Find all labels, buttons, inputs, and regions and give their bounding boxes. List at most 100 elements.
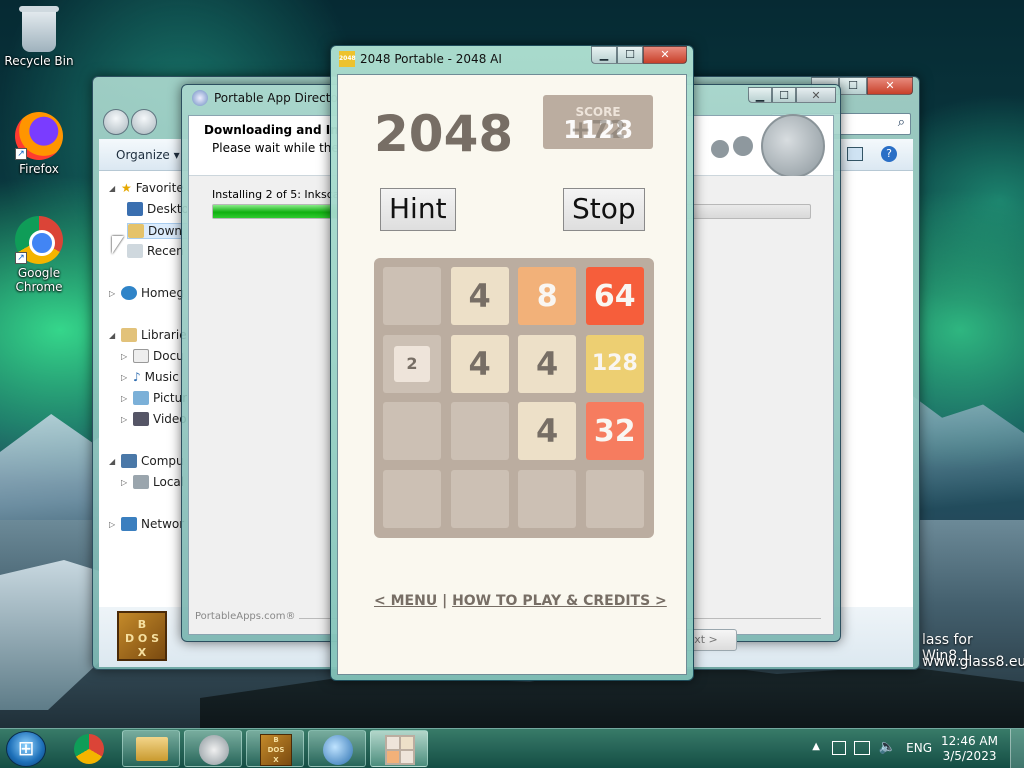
tile-4: 4 (518, 334, 577, 393)
preview-pane-icon[interactable] (847, 147, 863, 161)
cloud-icon (733, 136, 753, 156)
nav-documents[interactable]: ▷ Docu (121, 349, 184, 363)
volume-muted-icon[interactable]: 🔈 (879, 739, 896, 755)
back-button[interactable] (103, 109, 129, 135)
organize-button[interactable]: Organize ▾ (116, 148, 180, 162)
nav-local-disk[interactable]: ▷ Local (121, 475, 184, 489)
nav-videos[interactable]: ▷ Video (121, 412, 187, 426)
desktop-icon-label: Firefox (19, 162, 59, 176)
board-cell (383, 402, 441, 461)
install-status: Installing 2 of 5: Inkscap (212, 188, 347, 201)
music-icon: ♪ (133, 370, 141, 384)
dosbox-icon: B DOS X (260, 734, 292, 766)
game-board[interactable]: 4 8 64 2 4 4 128 4 32 (374, 258, 654, 538)
computer-icon (121, 454, 137, 468)
desktop-icon-chrome[interactable]: ↗ Google Chrome (0, 216, 78, 294)
clock-date: 3/5/2023 (942, 749, 997, 763)
maximize-button[interactable]: ☐ (839, 77, 867, 95)
minimize-button[interactable]: ▁ (748, 87, 772, 103)
settings-icon (711, 140, 729, 158)
board-cell (450, 402, 509, 461)
hint-button[interactable]: Hint (380, 188, 456, 231)
taskbar-portableapps[interactable] (184, 730, 242, 767)
nav-computer[interactable]: ◢ Compu (109, 454, 184, 468)
pictures-icon (133, 391, 149, 405)
network-icon (121, 517, 137, 531)
homegroup-icon (121, 286, 137, 300)
star-icon: ★ (121, 181, 132, 195)
clock[interactable]: 12:46 AM 3/5/2023 (941, 734, 998, 764)
tile-64: 64 (585, 267, 644, 325)
desktop-icon-firefox[interactable]: ↗ Firefox (0, 112, 78, 176)
desktop-icon-recycle-bin[interactable]: Recycle Bin (0, 6, 78, 68)
game-client: 2048 SCORE 1128 +72 Hint Stop 4 8 64 2 4 4 128… (337, 74, 687, 675)
videos-icon (133, 412, 149, 426)
board-cell (518, 469, 577, 528)
taskbar-chrome[interactable] (60, 730, 118, 767)
start-button[interactable] (6, 731, 46, 767)
nav-favorites[interactable]: ◢ ★ Favorite (109, 181, 184, 195)
footer-links: < MENU | HOW TO PLAY & CREDITS > (374, 593, 667, 609)
taskbar-portable-directory[interactable] (308, 730, 366, 767)
game-2048-window[interactable]: 2048 2048 Portable - 2048 AI ▁ ☐ ✕ 2048 … (330, 45, 694, 681)
recycle-bin-icon (19, 6, 59, 52)
clock-time: 12:46 AM (941, 734, 998, 748)
window-title: 2048 Portable - 2048 AI (360, 52, 502, 66)
app-2048-icon (385, 735, 415, 765)
tile-4: 4 (518, 402, 577, 461)
nav-pictures[interactable]: ▷ Pictur (121, 391, 187, 405)
portableapps-icon (192, 90, 208, 106)
shortcut-arrow-icon: ↗ (15, 148, 27, 160)
downloads-folder-icon (128, 224, 144, 238)
nav-network[interactable]: ▷ Networ (109, 517, 184, 531)
board-cell (585, 469, 644, 528)
mouse-cursor (112, 236, 124, 254)
folder-icon (136, 737, 168, 761)
close-button[interactable]: ✕ (643, 46, 687, 64)
recent-places-icon (127, 244, 143, 258)
nav-buttons (103, 109, 157, 135)
chrome-icon: ↗ (15, 216, 63, 264)
how-to-play-link[interactable]: HOW TO PLAY & CREDITS > (452, 593, 667, 609)
nav-recent[interactable]: Recen (127, 244, 184, 258)
tile-2: 2 (394, 345, 430, 382)
libraries-icon (121, 328, 137, 342)
shortcut-arrow-icon: ↗ (15, 252, 27, 264)
nav-desktop[interactable]: Deskto (127, 202, 189, 216)
language-indicator[interactable]: ENG (906, 741, 932, 755)
tile-32: 32 (585, 402, 644, 461)
nav-music[interactable]: ▷ ♪ Music (121, 370, 179, 384)
game-title: 2048 (374, 105, 514, 163)
score-increment: +72 (570, 115, 626, 144)
close-button[interactable]: ✕ (867, 77, 913, 95)
show-desktop-button[interactable] (1010, 729, 1024, 768)
nav-homegroup[interactable]: ▷ Homeg (109, 286, 184, 300)
documents-icon (133, 349, 149, 363)
taskbar-explorer[interactable] (122, 730, 180, 767)
forward-button[interactable] (131, 109, 157, 135)
taskbar-dosbox[interactable]: B DOS X (246, 730, 304, 767)
portableapps-logo-icon (761, 114, 825, 178)
watermark-line-2: www.glass8.eu (922, 654, 1024, 670)
local-disk-icon (133, 475, 149, 489)
tile-8: 8 (518, 267, 577, 325)
minimize-button[interactable]: ▁ (591, 46, 617, 64)
show-hidden-icons-button[interactable]: ▲ (812, 741, 820, 752)
chrome-icon (74, 734, 104, 764)
maximize-button[interactable]: ☐ (772, 87, 796, 103)
tile-4: 4 (450, 334, 509, 393)
close-button[interactable]: ✕ (796, 87, 836, 103)
search-icon: ⌕ (897, 115, 905, 130)
portableapps-icon (199, 735, 229, 765)
action-center-flag-icon[interactable] (832, 741, 846, 755)
window-controls: ▁ ☐ ✕ (748, 87, 836, 103)
taskbar-2048[interactable] (370, 730, 428, 767)
desktop-icon-label: Recycle Bin (4, 54, 74, 68)
stop-button[interactable]: Stop (563, 188, 645, 231)
maximize-button[interactable]: ☐ (617, 46, 643, 64)
board-cell (450, 469, 509, 528)
menu-link[interactable]: < MENU (374, 593, 437, 609)
dosbox-icon: BD O SX (117, 611, 167, 661)
network-status-icon[interactable] (854, 741, 870, 755)
help-icon[interactable]: ? (881, 146, 897, 162)
